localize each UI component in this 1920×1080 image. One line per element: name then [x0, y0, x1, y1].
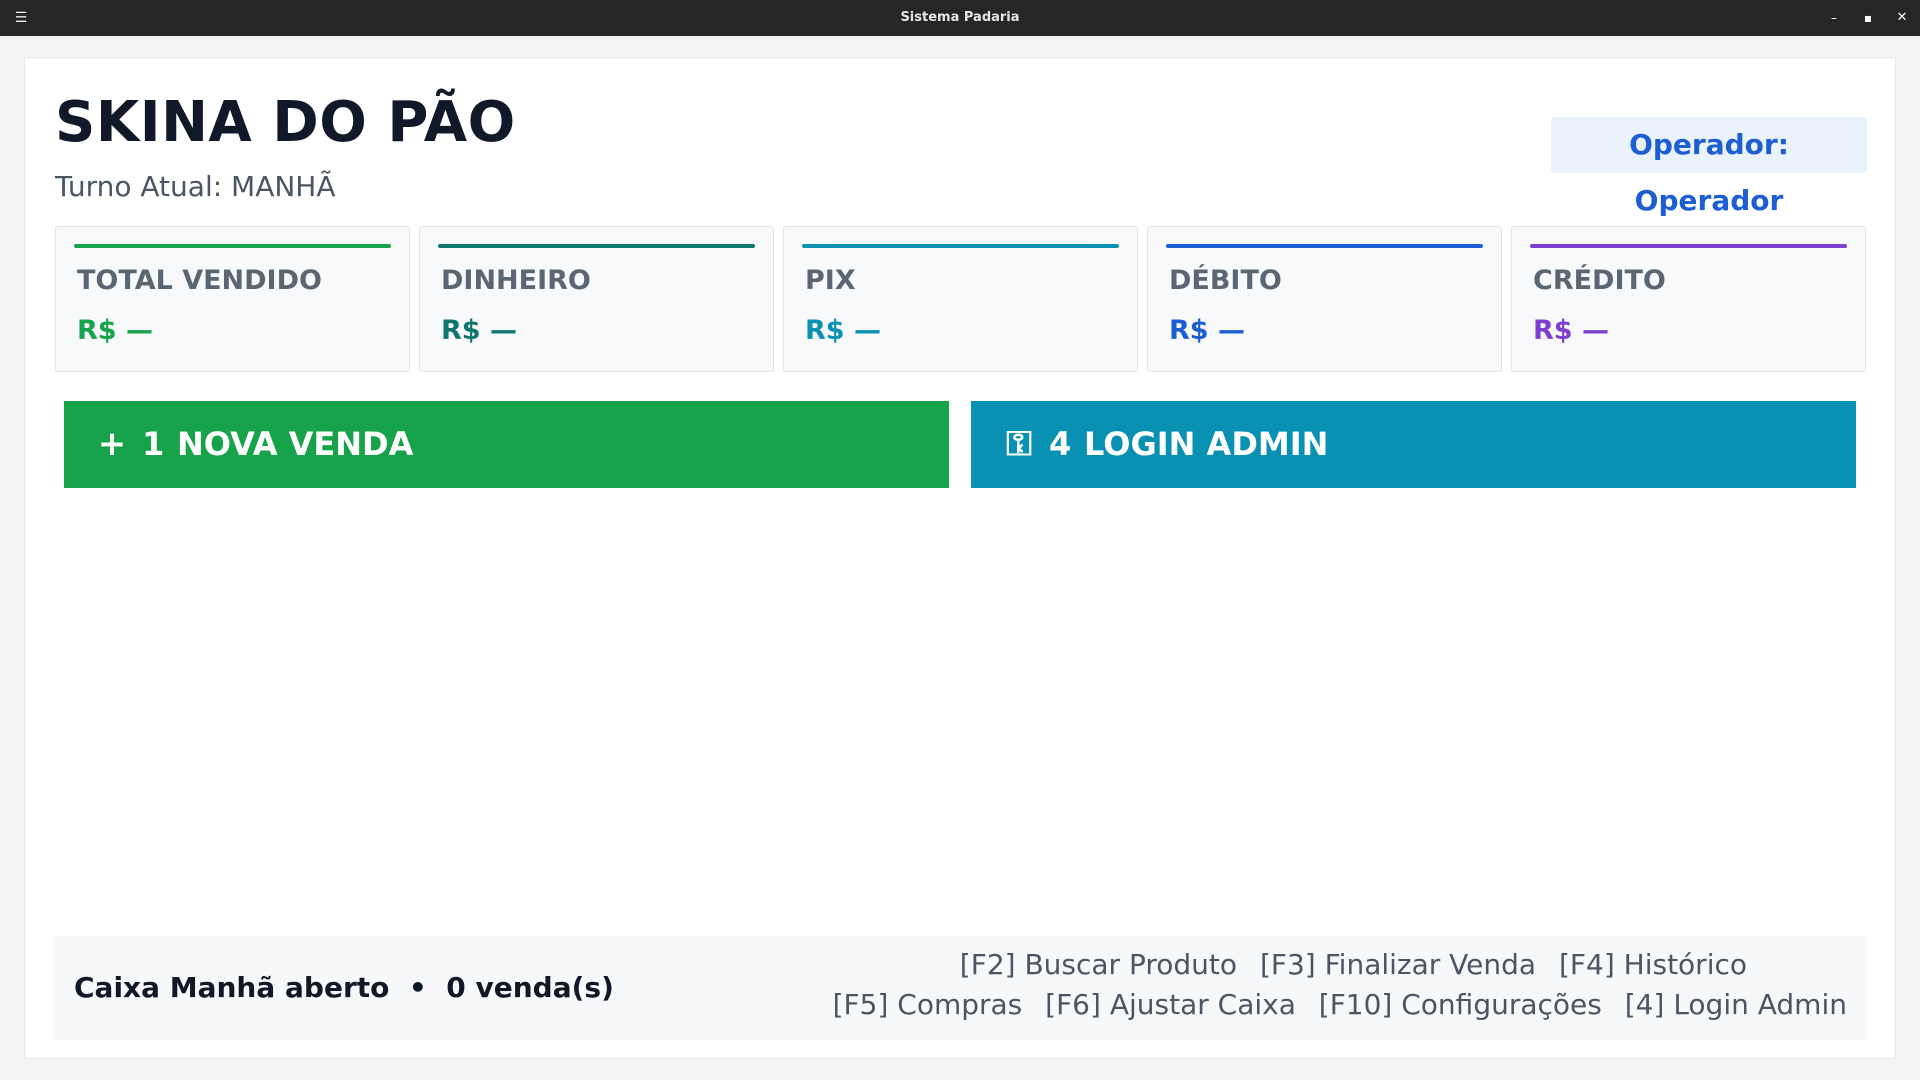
stat-accent-bar: [438, 244, 755, 248]
stat-label: CRÉDITO: [1533, 265, 1666, 296]
stat-label: TOTAL VENDIDO: [77, 265, 322, 296]
stat-label: DÉBITO: [1169, 265, 1282, 296]
shortcut-historico[interactable]: [F4] Histórico: [1559, 948, 1747, 981]
operator-badge: Operador: Operador: [1551, 117, 1867, 217]
cash-status: Caixa Manhã aberto • 0 venda(s): [74, 971, 614, 1004]
maximize-icon[interactable]: ▪: [1857, 8, 1879, 28]
shortcut-login-admin[interactable]: [4] Login Admin: [1625, 988, 1847, 1021]
stat-label: DINHEIRO: [441, 265, 591, 296]
key-icon: ⚿: [1006, 424, 1032, 464]
stat-accent-bar: [1166, 244, 1483, 248]
shortcut-buscar-produto[interactable]: [F2] Buscar Produto: [960, 948, 1237, 981]
stat-accent-bar: [802, 244, 1119, 248]
login-admin-button[interactable]: ⚿ 4 LOGIN ADMIN: [971, 401, 1856, 488]
plus-icon: +: [97, 424, 127, 464]
stat-accent-bar: [74, 244, 391, 248]
minimize-icon[interactable]: –: [1823, 8, 1845, 28]
window-title: Sistema Padaria: [900, 10, 1020, 25]
shortcuts-row-1: [F2] Buscar Produto [F3] Finalizar Venda…: [946, 948, 1747, 981]
new-sale-label: NOVA VENDA: [177, 425, 414, 463]
main-panel: [24, 57, 1896, 1059]
shortcut-finalizar-venda[interactable]: [F3] Finalizar Venda: [1260, 948, 1536, 981]
stat-value: R$ —: [441, 315, 517, 346]
stat-accent-bar: [1530, 244, 1847, 248]
stat-value: R$ —: [1533, 315, 1609, 346]
shortcuts-row-2: [F5] Compras [F6] Ajustar Caixa [F10] Co…: [819, 988, 1847, 1021]
stat-label: PIX: [805, 265, 856, 296]
stat-card-pix: PIX R$ —: [783, 226, 1138, 372]
shortcut-ajustar-caixa[interactable]: [F6] Ajustar Caixa: [1045, 988, 1296, 1021]
current-shift: Turno Atual: MANHÃ: [55, 170, 336, 203]
stat-card-dinheiro: DINHEIRO R$ —: [419, 226, 774, 372]
login-admin-label: LOGIN ADMIN: [1084, 425, 1329, 463]
shortcut-configuracoes[interactable]: [F10] Configurações: [1319, 988, 1602, 1021]
shortcut-key: 4: [1049, 425, 1072, 463]
new-sale-button[interactable]: + 1 NOVA VENDA: [64, 401, 949, 488]
stat-card-credito: CRÉDITO R$ —: [1511, 226, 1866, 372]
store-name: SKINA DO PÃO: [55, 90, 516, 155]
stat-card-debito: DÉBITO R$ —: [1147, 226, 1502, 372]
title-bar: ☰ Sistema Padaria – ▪ ✕: [0, 0, 1920, 36]
stat-value: R$ —: [1169, 315, 1245, 346]
status-footer: Caixa Manhã aberto • 0 venda(s) [F2] Bus…: [53, 936, 1867, 1040]
close-icon[interactable]: ✕: [1891, 8, 1913, 28]
shortcut-compras[interactable]: [F5] Compras: [833, 988, 1023, 1021]
shortcut-key: 1: [142, 425, 165, 463]
stat-value: R$ —: [805, 315, 881, 346]
stat-value: R$ —: [77, 315, 153, 346]
stat-card-total: TOTAL VENDIDO R$ —: [55, 226, 410, 372]
